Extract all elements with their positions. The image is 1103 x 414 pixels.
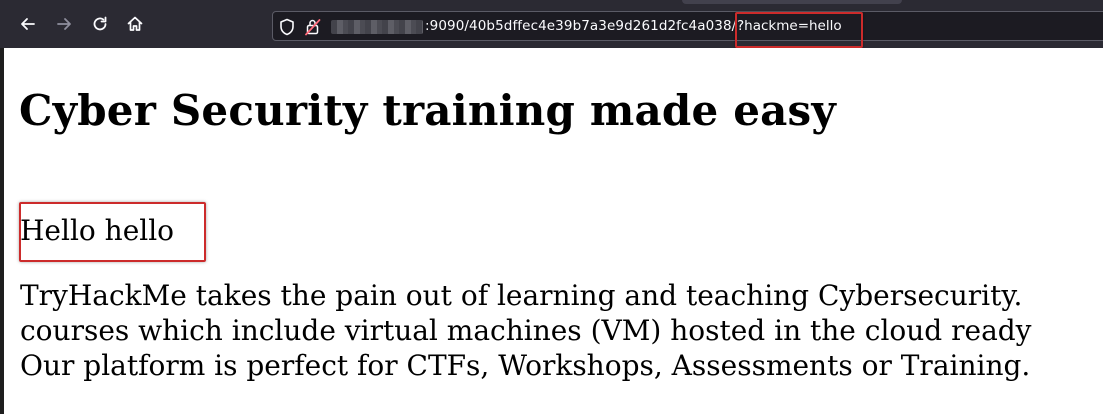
page-content: Cyber Security training made easy Hello … — [0, 48, 1103, 414]
lock-warning-icon[interactable] — [305, 18, 321, 41]
address-bar[interactable]: :9090/40b5dffec4e39b7a3e9d261d2fc4a038/ … — [272, 11, 1103, 41]
reload-button[interactable] — [90, 14, 110, 34]
back-button[interactable] — [18, 14, 38, 34]
url-highlight-box — [735, 12, 863, 48]
url-path: :9090/40b5dffec4e39b7a3e9d261d2fc4a038/ — [425, 18, 737, 34]
home-button[interactable] — [125, 14, 145, 34]
forward-arrow-icon — [57, 18, 71, 30]
intro-paragraph: TryHackMe takes the pain out of learning… — [20, 278, 1032, 383]
paragraph-line: courses which include virtual machines (… — [20, 314, 1032, 347]
forward-button[interactable] — [54, 14, 74, 34]
paragraph-line: Our platform is perfect for CTFs, Worksh… — [20, 349, 1031, 382]
reload-icon — [93, 16, 107, 31]
browser-toolbar: :9090/40b5dffec4e39b7a3e9d261d2fc4a038/ … — [0, 0, 1103, 48]
home-icon — [127, 16, 143, 31]
greeting-highlight-box — [19, 202, 206, 262]
back-arrow-icon — [21, 18, 35, 30]
paragraph-line: TryHackMe takes the pain out of learning… — [20, 279, 1023, 312]
page-title: Cyber Security training made easy — [19, 86, 837, 135]
tab-strip — [682, 0, 902, 4]
url-host-redacted — [331, 20, 423, 34]
shield-icon[interactable] — [279, 18, 295, 41]
